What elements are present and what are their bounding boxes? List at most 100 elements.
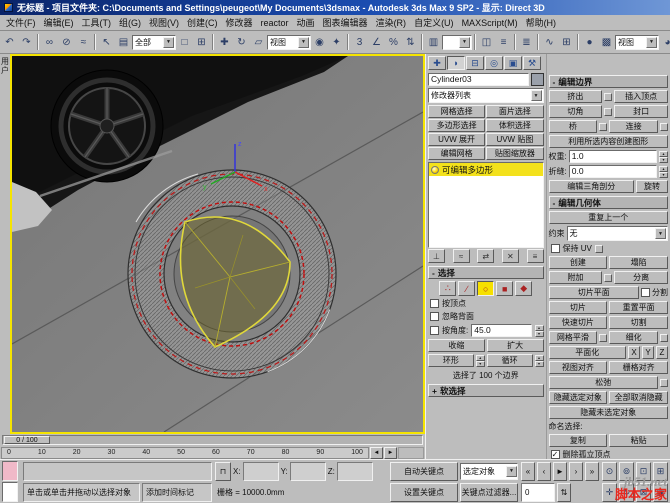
select-and-move-icon[interactable]: ✚ <box>216 34 233 51</box>
snap-toggle-icon[interactable]: 3 <box>351 34 368 51</box>
time-slider-thumb[interactable]: 0 / 100 <box>4 436 50 444</box>
angle-value-field[interactable]: 45.0 <box>471 324 532 337</box>
key-filters-button[interactable]: 关键点过滤器... <box>460 482 518 502</box>
by-angle-checkbox[interactable] <box>430 326 439 335</box>
reference-coordinate-dropdown[interactable]: 视图 ▼ <box>267 34 311 50</box>
spin-down-icon[interactable]: ▾ <box>534 330 544 337</box>
tab-utilities-icon[interactable]: ⚒ <box>523 56 541 70</box>
named-selection-sets-icon[interactable]: ▥ <box>425 34 442 51</box>
delete-isolated-checkbox[interactable]: ✓ <box>550 450 560 459</box>
menu-group[interactable]: 组(G) <box>115 15 145 30</box>
show-end-result-icon[interactable]: ≈ <box>452 249 470 263</box>
render-scene-icon[interactable]: ▩ <box>598 34 615 51</box>
menu-reactor[interactable]: reactor <box>257 17 293 29</box>
current-frame-field[interactable]: 0 <box>521 482 555 502</box>
split-checkbox[interactable] <box>641 288 650 297</box>
attach-settings-button[interactable] <box>604 273 613 282</box>
menu-help[interactable]: 帮助(H) <box>522 15 561 30</box>
paste-button[interactable]: 粘贴 <box>609 434 669 447</box>
menu-animation[interactable]: 动画 <box>293 15 319 30</box>
rollout-selection-header[interactable]: - 选择 <box>428 266 544 279</box>
named-selection-dropdown[interactable]: ▼ <box>442 34 472 50</box>
turn-button[interactable]: 旋转 <box>636 180 668 193</box>
selection-region-icon[interactable]: □ <box>176 34 193 51</box>
modifier-button[interactable]: 贴图缩放器 <box>486 147 544 160</box>
quick-render-icon[interactable]: ◕ <box>659 34 670 51</box>
cut-button[interactable]: 切割 <box>609 316 669 329</box>
tessellate-button[interactable]: 细化 <box>609 331 659 344</box>
active-viewport[interactable]: z x y <box>10 54 425 434</box>
create-button[interactable]: 创建 <box>548 256 608 269</box>
crease-value-field[interactable]: 0.0 <box>568 165 657 178</box>
planar-z-button[interactable]: Z <box>656 346 668 359</box>
next-frame-icon[interactable]: › <box>569 461 583 481</box>
slice-plane-button[interactable]: 切片平面 <box>548 286 639 299</box>
tab-hierarchy-icon[interactable]: ⊟ <box>466 56 484 70</box>
insert-vertex-button[interactable]: 插入顶点 <box>614 90 669 103</box>
time-slider-track[interactable]: 0 / 100 <box>2 435 423 445</box>
menu-graph-editors[interactable]: 图表编辑器 <box>319 15 372 30</box>
modifier-button[interactable]: 多边形选择 <box>428 119 486 132</box>
select-by-name-icon[interactable]: ▤ <box>115 34 132 51</box>
maxscript-mini-listener[interactable] <box>2 461 20 502</box>
pin-stack-icon[interactable]: ⊥ <box>428 249 445 263</box>
repeat-last-button[interactable]: 重复上一个 <box>548 211 668 224</box>
planar-y-button[interactable]: Y <box>642 346 654 359</box>
cap-button[interactable]: 封口 <box>614 105 669 118</box>
material-editor-icon[interactable]: ● <box>581 34 598 51</box>
redo-icon[interactable]: ↷ <box>18 34 35 51</box>
viewport-label[interactable]: 用户 <box>0 57 10 75</box>
modifier-button[interactable]: 面片选择 <box>486 105 544 118</box>
modifier-list-dropdown[interactable]: 修改器列表 ▼ <box>428 88 544 103</box>
undo-icon[interactable]: ↶ <box>1 34 18 51</box>
ring-button[interactable]: 环形 <box>428 354 474 367</box>
preserve-uvs-checkbox[interactable] <box>550 244 560 253</box>
unhide-all-button[interactable]: 全部取消隐藏 <box>609 391 669 404</box>
loop-button[interactable]: 循环 <box>486 354 533 367</box>
connect-button[interactable]: 连接 <box>609 120 659 133</box>
hide-selected-button[interactable]: 隐藏选定对象 <box>548 391 608 404</box>
x-coordinate-field[interactable] <box>242 461 279 481</box>
menu-file[interactable]: 文件(F) <box>2 15 40 30</box>
crease-spinner[interactable]: ▴ ▾ <box>659 165 668 178</box>
mini-listener-macro-line[interactable] <box>2 461 18 481</box>
z-coordinate-field[interactable] <box>336 461 373 481</box>
go-to-end-icon[interactable]: » <box>585 461 599 481</box>
connect-settings-button[interactable] <box>660 122 669 131</box>
menu-views[interactable]: 视图(V) <box>145 15 183 30</box>
msmooth-button[interactable]: 网格平滑 <box>548 331 598 344</box>
modifier-stack[interactable]: 可编辑多边形 <box>428 162 544 248</box>
menu-create[interactable]: 创建(C) <box>183 15 222 30</box>
loop-spinner[interactable]: ▴ ▾ <box>534 354 544 367</box>
view-align-button[interactable]: 视图对齐 <box>548 361 608 374</box>
spinner-snap-icon[interactable]: ⇅ <box>402 34 419 51</box>
by-vertex-checkbox[interactable] <box>430 299 439 308</box>
menu-maxscript[interactable]: MAXScript(M) <box>458 17 522 29</box>
subobject-element-icon[interactable]: ◆ <box>515 281 533 296</box>
edit-triangulation-button[interactable]: 编辑三角剖分 <box>548 180 634 193</box>
angle-snap-icon[interactable]: ∠ <box>368 34 385 51</box>
render-type-dropdown[interactable]: 视图 ▼ <box>615 34 659 50</box>
grid-align-button[interactable]: 栅格对齐 <box>609 361 669 374</box>
auto-key-button[interactable]: 自动关键点 <box>390 461 458 481</box>
select-and-manipulate-icon[interactable]: ✦ <box>328 34 345 51</box>
spin-down-icon[interactable]: ▾ <box>659 171 668 178</box>
window-crossing-icon[interactable]: ⊞ <box>193 34 210 51</box>
bind-to-space-warp-icon[interactable]: ≈ <box>75 34 92 51</box>
create-shape-button[interactable]: 利用所选内容创建图形 <box>548 135 668 148</box>
subobject-border-icon[interactable]: ○ <box>477 281 495 296</box>
layer-manager-icon[interactable]: ≣ <box>518 34 535 51</box>
planar-x-button[interactable]: X <box>628 346 640 359</box>
rollout-edit-geometry-header[interactable]: - 编辑几何体 <box>548 196 668 209</box>
quickslice-button[interactable]: 快速切片 <box>548 316 608 329</box>
align-icon[interactable]: ≡ <box>495 34 512 51</box>
key-mode-toggle-icon[interactable]: ⇅ <box>557 482 571 502</box>
stack-item-editable-poly[interactable]: 可编辑多边形 <box>429 163 543 176</box>
y-coordinate-field[interactable] <box>289 461 326 481</box>
unlink-selection-icon[interactable]: ⊘ <box>58 34 75 51</box>
weight-spinner[interactable]: ▴ ▾ <box>659 150 668 163</box>
menu-tools[interactable]: 工具(T) <box>78 15 116 30</box>
menu-edit[interactable]: 编辑(E) <box>40 15 78 30</box>
hide-unselected-button[interactable]: 隐藏未选定对象 <box>548 406 668 419</box>
tab-display-icon[interactable]: ▣ <box>504 56 522 70</box>
